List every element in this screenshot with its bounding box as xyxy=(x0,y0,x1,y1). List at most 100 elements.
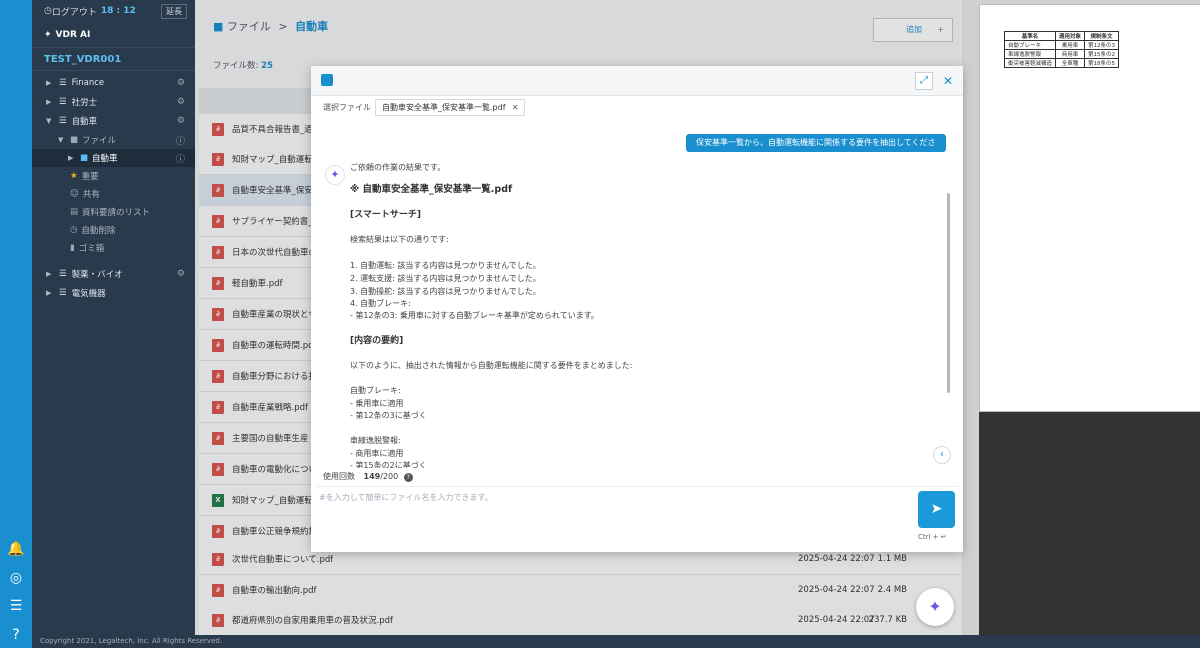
help-icon[interactable]: ? xyxy=(7,626,25,644)
chevron-right-icon: ▶ xyxy=(46,289,52,297)
answer-line: 自動ブレーキ: xyxy=(350,386,401,395)
usage-counter: 使用回数 149/200 ? xyxy=(323,471,413,482)
document-icon[interactable]: ☰ xyxy=(7,597,25,615)
panel-icon[interactable] xyxy=(321,74,333,86)
sidebar-item-label: 共有 xyxy=(82,190,100,200)
table-cell: 第18条の5 xyxy=(1084,58,1120,68)
bell-icon[interactable]: 🔔 xyxy=(7,540,25,558)
remove-file-icon[interactable]: ✕ xyxy=(512,100,519,115)
chevron-right-icon: ▶ xyxy=(46,98,52,106)
sidebar-item-label: 社労士 xyxy=(71,98,98,108)
ai-assistant-button[interactable]: ✦ xyxy=(916,588,954,626)
table-cell: 乗用車 xyxy=(1055,40,1086,50)
sidebar-item-trash[interactable]: ▮ ゴミ箱 xyxy=(32,239,195,257)
table-row: 車線逸脱警報 商用車 第15条の2 xyxy=(1003,49,1120,59)
gear-icon[interactable]: ⚙ xyxy=(177,116,185,126)
answer-line: 1. 自動運転: 該当する内容は見つかりませんでした。 xyxy=(350,261,541,270)
sidebar-item-pharma[interactable]: ▶ ☰ 製薬・バイオ ⚙ xyxy=(32,265,195,283)
answer-section-title: [内容の要約] xyxy=(350,336,404,346)
answer-heading: ※ 自動車安全基準_保安基準一覧.pdf xyxy=(350,184,513,195)
project-name[interactable]: TEST_VDR001 xyxy=(32,49,195,71)
gear-icon[interactable]: ⚙ xyxy=(177,269,185,279)
info-icon[interactable]: ⓘ xyxy=(176,134,185,147)
selected-file-name: 自動車安全基準_保安基準一覧.pdf xyxy=(382,103,506,112)
sidebar-item-label: ファイル xyxy=(82,136,117,146)
sidebar-item-finance[interactable]: ▶ ☰ Finance ⚙ xyxy=(32,74,195,92)
answer-line: 3. 自動操舵: 該当する内容は見つかりませんでした。 xyxy=(350,287,541,296)
chat-input[interactable]: #を入力して簡単にファイル名を入力できます。 xyxy=(315,486,959,548)
document-page: 基準名 適用対象 規制条文 自動ブレーキ 乗用車 第12条の3 車線逸脱警報 商… xyxy=(979,4,1200,412)
ai-avatar-icon: ✦ xyxy=(325,165,345,185)
sidebar-item-labor[interactable]: ▶ ☰ 社労士 ⚙ xyxy=(32,93,195,111)
sidebar-item-label: 資料要請のリスト xyxy=(82,208,151,218)
dialog-header: ⤢ ✕ xyxy=(311,66,963,96)
extend-button[interactable]: 延長 xyxy=(161,3,187,19)
trash-icon: ▮ xyxy=(70,243,75,253)
sidebar-item-auto-delete[interactable]: ◷ 自動削除 xyxy=(32,221,195,239)
ai-answer: ご依頼の作業の結果です。 ※ 自動車安全基準_保安基準一覧.pdf [スマートサ… xyxy=(350,162,940,468)
list-icon: ☰ xyxy=(59,269,67,279)
usage-used: 149 xyxy=(363,472,381,481)
help-icon[interactable]: ? xyxy=(403,473,413,482)
expand-icon[interactable]: ⤢ xyxy=(915,72,933,90)
session-bar: ◷ ログアウト 18 : 12 延長 xyxy=(32,0,195,22)
sidebar-item-important[interactable]: ★ 重要 xyxy=(32,167,195,185)
sidebar-item-files[interactable]: ▼ ■ ファイル ⓘ xyxy=(32,131,195,149)
clock-icon: ◷ xyxy=(44,6,52,16)
vdr-ai-link[interactable]: ✦ VDR AI xyxy=(32,22,195,48)
session-timer: 18 : 12 xyxy=(100,6,136,16)
table-header: 適用対象 xyxy=(1055,31,1086,41)
send-button[interactable]: ➤ xyxy=(918,491,955,528)
sidebar-item-automobile-folder[interactable]: ▶ ■ 自動車 ⓘ xyxy=(32,149,195,167)
info-icon[interactable]: ⓘ xyxy=(176,152,185,165)
selected-file-chip: 自動車安全基準_保安基準一覧.pdf ✕ xyxy=(375,99,525,116)
table-header: 規制条文 xyxy=(1084,31,1120,41)
sidebar-item-label: ゴミ箱 xyxy=(78,244,105,254)
sidebar-item-label: 自動車 xyxy=(92,154,118,164)
chevron-right-icon: ▶ xyxy=(46,270,52,278)
chevron-left-icon[interactable]: ‹ xyxy=(933,446,951,464)
sidebar-item-label: 自動削除 xyxy=(81,226,116,236)
star-icon: ★ xyxy=(70,171,78,181)
sidebar-item-electronics[interactable]: ▶ ☰ 電気機器 xyxy=(32,284,195,302)
table-header: 基準名 xyxy=(1003,31,1057,41)
answer-line: - 乗用車に適用 xyxy=(350,399,404,408)
send-icon: ➤ xyxy=(930,501,943,517)
logout-label[interactable]: ログアウト xyxy=(52,5,97,18)
answer-scrollbar[interactable] xyxy=(947,193,950,393)
preview-table: 基準名 適用対象 規制条文 自動ブレーキ 乗用車 第12条の3 車線逸脱警報 商… xyxy=(1003,31,1120,68)
answer-line: 車線逸脱警報: xyxy=(350,436,401,445)
table-row: 衝突被害軽減構造 全車種 第18条の5 xyxy=(1003,58,1120,68)
answer-line: - 第12条の3: 乗用車に対する自動ブレーキ基準が定められています。 xyxy=(350,311,599,320)
list-icon: ☰ xyxy=(59,288,67,298)
user-message: 保安基準一覧から、自動運転機能に関係する要件を抽出してください。 xyxy=(686,134,946,165)
sidebar-item-automobile[interactable]: ▼ ☰ 自動車 ⚙ xyxy=(32,112,195,130)
gear-icon[interactable]: ⚙ xyxy=(177,97,185,107)
preview-panel: 基準名 適用対象 規制条文 自動ブレーキ 乗用車 第12条の3 車線逸脱警報 商… xyxy=(965,0,1200,635)
close-icon[interactable]: ✕ xyxy=(941,72,955,90)
people-icon: ☺ xyxy=(70,189,79,199)
sidebar-item-shared[interactable]: ☺ 共有 xyxy=(32,185,195,203)
usage-label: 使用回数 xyxy=(323,472,355,481)
answer-line: ご依頼の作業の結果です。 xyxy=(350,163,446,172)
sidebar-item-label: 電気機器 xyxy=(71,289,106,299)
table-cell: 第12条の3 xyxy=(1084,40,1120,50)
list-icon: ☰ xyxy=(59,97,67,107)
chevron-down-icon: ▼ xyxy=(58,136,64,144)
chevron-right-icon: ▶ xyxy=(46,79,52,87)
document-icon: ▤ xyxy=(70,207,79,217)
table-cell: 衝突被害軽減構造 xyxy=(1003,58,1057,68)
table-cell: 全車種 xyxy=(1055,58,1086,68)
answer-line: 検索結果は以下の通りです: xyxy=(350,235,449,244)
gear-icon[interactable]: ⚙ xyxy=(177,78,185,88)
answer-line: - 第15条の2に基づく xyxy=(350,461,427,468)
sidebar-item-request-list[interactable]: ▤ 資料要請のリスト xyxy=(32,203,195,221)
answer-section-title: [スマートサーチ] xyxy=(350,210,421,220)
shortcut-hint: Ctrl + ↵ xyxy=(918,533,947,541)
list-icon: ☰ xyxy=(59,116,67,126)
answer-line: 2. 運転支援: 該当する内容は見つかりませんでした。 xyxy=(350,274,541,283)
user-icon[interactable]: ◎ xyxy=(7,569,25,587)
list-icon: ☰ xyxy=(59,78,67,88)
table-row: 自動ブレーキ 乗用車 第12条の3 xyxy=(1003,40,1120,50)
sidebar-item-label: 重要 xyxy=(81,172,99,182)
